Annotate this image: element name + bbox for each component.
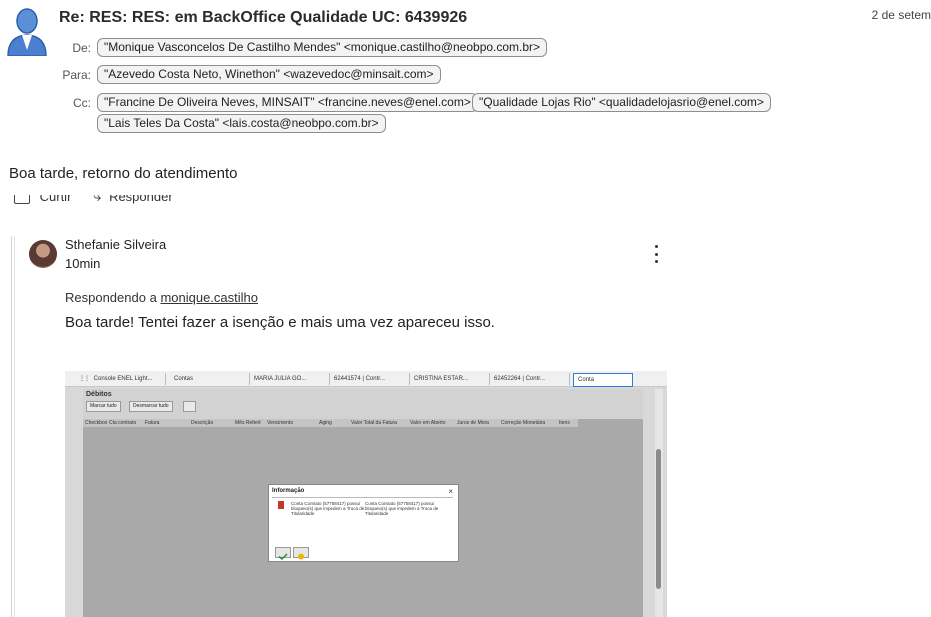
tab-label: Conta bbox=[578, 377, 595, 383]
console-tab: ⋮⋮ Console ENEL Light... bbox=[75, 373, 166, 385]
help-icon bbox=[293, 547, 309, 560]
reply-prefix: Respondendo a bbox=[65, 290, 157, 305]
email-date: 2 de setem bbox=[871, 8, 931, 22]
browser-tab: CRISTINA ESTAR... bbox=[410, 373, 490, 385]
to-recipient-chip[interactable]: "Azevedo Costa Neto, Winethon" <wazevedo… bbox=[97, 65, 441, 84]
reply-to-link[interactable]: monique.castilho bbox=[160, 290, 258, 305]
app-launcher-icon: ⋮⋮ bbox=[79, 376, 90, 382]
post-message: Boa tarde! Tentei fazer a isenção e mais… bbox=[65, 314, 495, 331]
post-author[interactable]: Sthefanie Silveira bbox=[65, 237, 166, 252]
column-header: Correção Monetária bbox=[501, 420, 546, 426]
select-all-button: Marcar tudo bbox=[86, 401, 121, 412]
debitos-header: Débitos Marcar tudo Desmarcar tudo bbox=[83, 389, 643, 419]
to-label: Para: bbox=[62, 68, 91, 82]
quote-border-inner bbox=[14, 236, 15, 617]
email-body-text: Boa tarde, retorno do atendimento bbox=[9, 165, 238, 182]
scrollbar-thumb bbox=[656, 449, 661, 589]
reply-icon[interactable]: ⤷ bbox=[93, 195, 101, 205]
cc-recipient-chip[interactable]: "Francine De Oliveira Neves, MINSAIT" <f… bbox=[97, 93, 478, 112]
cc-recipient-chip[interactable]: "Lais Teles Da Costa" <lais.costa@neobpo… bbox=[97, 114, 386, 133]
reply-context: Respondendo a monique.castilho bbox=[65, 290, 258, 305]
browser-tab: MARIA JULIA GO... bbox=[250, 373, 330, 385]
like-button[interactable]: Curtir bbox=[40, 195, 72, 204]
tab-label: CRISTINA ESTAR... bbox=[414, 376, 468, 382]
table-header: Checkbox Cta contrato Fatura Descrição M… bbox=[83, 419, 578, 427]
console-tab-label: Console ENEL Light... bbox=[93, 376, 153, 382]
deselect-all-button: Desmarcar tudo bbox=[129, 401, 173, 412]
browser-tab: 62452264 | Contr... bbox=[490, 373, 570, 385]
debitos-title: Débitos bbox=[86, 391, 112, 398]
from-label: De: bbox=[72, 41, 91, 55]
cc-recipient-chip[interactable]: "Qualidade Lojas Rio" <qualidadelojasrio… bbox=[472, 93, 771, 112]
dialog-message: Conta Contrato (57758417) possui bloquei… bbox=[365, 501, 439, 516]
column-header: Itens bbox=[559, 420, 570, 426]
embedded-screenshot: ⋮⋮ Console ENEL Light... Contas MARIA JU… bbox=[65, 371, 667, 617]
info-dialog: Informação × Conta Contrato (57758417) p… bbox=[268, 484, 459, 562]
warning-icon bbox=[278, 501, 284, 509]
email-subject: Re: RES: RES: em BackOffice Qualidade UC… bbox=[59, 9, 468, 26]
tab-contas: Contas bbox=[170, 373, 250, 385]
quote-border bbox=[11, 236, 12, 617]
column-header: Valor em Aberto bbox=[410, 420, 446, 426]
column-header: Cta contrato bbox=[109, 420, 137, 426]
tab-label: 62441574 | Contr... bbox=[334, 376, 385, 382]
browser-tab-bar: ⋮⋮ Console ENEL Light... Contas MARIA JU… bbox=[65, 371, 667, 387]
column-header: Aging bbox=[319, 420, 332, 426]
active-tab: Conta bbox=[573, 373, 633, 387]
tab-label: Contas bbox=[174, 376, 194, 382]
column-header: Vencimento bbox=[267, 420, 294, 426]
dialog-divider bbox=[272, 497, 453, 498]
browser-tab: 62441574 | Contr... bbox=[330, 373, 410, 385]
more-options-icon[interactable] bbox=[650, 245, 662, 263]
close-icon: × bbox=[448, 487, 453, 496]
column-header: Fatura bbox=[145, 420, 160, 426]
author-avatar[interactable] bbox=[29, 240, 57, 268]
column-header: Descrição bbox=[191, 420, 214, 426]
tab-label: MARIA JULIA GO... bbox=[254, 376, 307, 382]
column-header: Valor Total da Fatura bbox=[351, 420, 397, 426]
reply-button[interactable]: Responder bbox=[109, 195, 173, 204]
action-row: Curtir ⤷ Responder bbox=[14, 195, 214, 211]
cc-label: Cc: bbox=[73, 96, 91, 110]
column-header: Mês Referê bbox=[235, 420, 261, 426]
sender-avatar-icon bbox=[6, 6, 48, 57]
dialog-title: Informação bbox=[272, 488, 305, 494]
column-header: Juros de Mora bbox=[457, 420, 489, 426]
like-icon[interactable] bbox=[14, 195, 30, 204]
from-recipient-chip[interactable]: "Monique Vasconcelos De Castilho Mendes"… bbox=[97, 38, 548, 57]
post-time: 10min bbox=[65, 256, 101, 271]
dialog-message: Conta Contrato (57758417) possui bloquei… bbox=[291, 501, 365, 516]
column-header: Checkbox bbox=[85, 420, 108, 426]
tab-label: 62452264 | Contr... bbox=[494, 376, 545, 382]
export-icon bbox=[183, 401, 196, 412]
confirm-icon bbox=[275, 547, 291, 561]
